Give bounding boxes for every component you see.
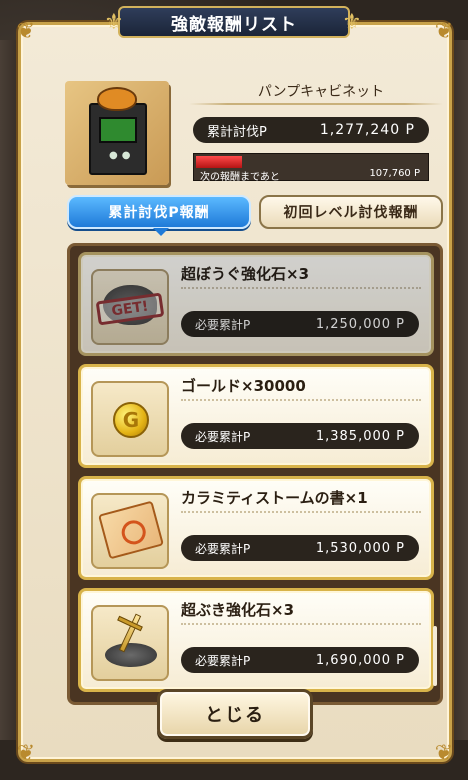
reward-title: ゴールド×30000: [181, 377, 306, 395]
divider: [189, 103, 443, 105]
progress-label: 次の報酬まであと: [200, 172, 280, 183]
reward-item[interactable]: G ゴールド×30000 必要累計P 1,385,000 P: [78, 364, 434, 468]
required-points-value: 1,690,000 P: [315, 652, 405, 668]
reward-list[interactable]: GET! 超ぼうぐ強化石×3 必要累計P 1,250,000 P G ゴールド×…: [67, 243, 443, 705]
reward-item[interactable]: 超ぶき強化石×3 必要累計P 1,690,000 P: [78, 588, 434, 692]
reward-icon-frame: [91, 605, 169, 681]
cabinet-monster-icon: ●●: [89, 103, 147, 175]
required-points-label: 必要累計P: [195, 541, 251, 556]
reward-icon-frame: GET!: [91, 269, 169, 345]
total-points-label: 累計討伐P: [207, 124, 267, 140]
tab-first-level-rewards[interactable]: 初回レベル討伐報酬: [259, 195, 443, 229]
total-points-bar: 累計討伐P 1,277,240 P: [193, 117, 429, 143]
required-points: 必要累計P 1,385,000 P: [181, 423, 419, 449]
reward-title: 超ぼうぐ強化石×3: [181, 265, 310, 283]
corner-ornament-icon: ❦: [434, 19, 454, 44]
reward-icon-frame: [91, 493, 169, 569]
close-button[interactable]: とじる: [157, 689, 313, 739]
divider: [181, 399, 421, 401]
dialog-title: 強敵報酬リスト: [118, 6, 350, 38]
required-points: 必要累計P 1,530,000 P: [181, 535, 419, 561]
total-points-value: 1,277,240 P: [319, 122, 415, 138]
next-reward-progress: 次の報酬まであと 107,760 P: [193, 153, 429, 183]
divider: [181, 511, 421, 513]
progress-fill: [196, 156, 243, 168]
corner-ornament-icon: ❦: [16, 741, 36, 766]
required-points-label: 必要累計P: [195, 429, 251, 444]
weapon-stone-icon: [105, 643, 157, 667]
corner-ornament-icon: ❦: [434, 741, 454, 766]
title-ornament-icon: ⚜: [342, 10, 362, 35]
list-scrollbar[interactable]: [433, 626, 437, 686]
divider: [181, 623, 421, 625]
required-points-label: 必要累計P: [195, 317, 251, 332]
required-points-value: 1,530,000 P: [315, 540, 405, 556]
tab-cumulative-points[interactable]: 累計討伐P報酬: [67, 195, 251, 236]
reward-icon-frame: G: [91, 381, 169, 457]
required-points: 必要累計P 1,690,000 P: [181, 647, 419, 673]
title-ornament-icon: ⚜: [104, 10, 124, 35]
divider: [181, 287, 421, 289]
reward-item[interactable]: GET! 超ぼうぐ強化石×3 必要累計P 1,250,000 P: [78, 252, 434, 356]
corner-ornament-icon: ❦: [16, 19, 36, 44]
required-points: 必要累計P 1,250,000 P: [181, 311, 419, 337]
gold-coin-icon: G: [113, 402, 149, 438]
scroll-icon: [98, 500, 164, 560]
reward-title: 超ぶき強化石×3: [181, 601, 295, 619]
monster-name: パンプキャビネット: [257, 84, 385, 100]
reward-item[interactable]: カラミティストームの書×1 必要累計P 1,530,000 P: [78, 476, 434, 580]
required-points-value: 1,385,000 P: [315, 428, 405, 444]
progress-value: 107,760 P: [369, 168, 420, 179]
reward-title: カラミティストームの書×1: [181, 489, 368, 507]
required-points-label: 必要累計P: [195, 653, 251, 668]
monster-portrait: ●●: [65, 81, 169, 185]
required-points-value: 1,250,000 P: [315, 316, 405, 332]
reward-list-dialog: ❦ ❦ ❦ ❦ ●● パンプキャビネット 累計討伐P 1,277,240 P 次…: [17, 19, 453, 766]
pumpkin-icon: [97, 87, 137, 111]
